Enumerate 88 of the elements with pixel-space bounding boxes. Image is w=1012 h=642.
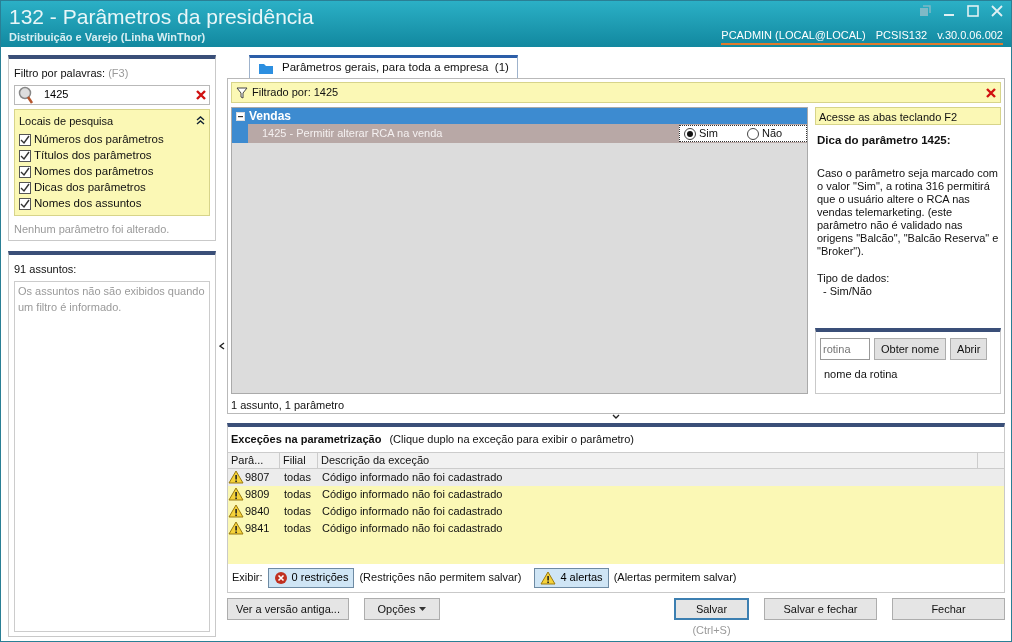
warning-icon — [228, 504, 244, 518]
button[interactable]: Ver a versão antiga... — [227, 598, 349, 620]
table-row[interactable]: 9841 todas Código informado não foi cadastrado — [228, 519, 1004, 537]
folder-icon — [258, 61, 274, 75]
hint-title: Dica do parâmetro 1425: — [817, 133, 952, 148]
filter-toggle-button[interactable]: 0 restrições — [267, 567, 355, 588]
table-row[interactable]: 9840 todas Código informado não foi cadastrado — [228, 502, 1004, 520]
summary-text: 1 assunto, 1 parâmetro — [231, 398, 346, 410]
exceptions-title: Exceções na parametrização — [231, 433, 382, 445]
checkbox-label: Dicas dos parâmetros — [34, 180, 146, 196]
parameter-row[interactable]: 1425 - Permitir alterar RCA na venda Sim Não — [248, 124, 807, 143]
clear-icon[interactable] — [196, 89, 206, 100]
table-cell-text: 9841 — [245, 520, 270, 536]
column-header[interactable]: Filial — [280, 452, 318, 468]
column-header[interactable]: Descrição da exceção — [318, 452, 978, 468]
user-label: PCADMIN (LOCAL@LOCAL) — [721, 27, 866, 43]
group-name: Vendas — [249, 108, 292, 125]
subjects-label: 91 assuntos: — [14, 262, 78, 277]
table-cell-text: 9809 — [245, 486, 270, 502]
table-cell-text: 9807 — [245, 469, 270, 485]
table-cell-text: Código informado não foi cadastrado — [321, 520, 503, 536]
data-type-label: Tipo de dados: — [817, 272, 891, 286]
checkbox-label: Nomes dos parâmetros — [34, 164, 154, 180]
checkbox[interactable] — [19, 166, 31, 178]
table-cell-text: Código informado não foi cadastrado — [321, 486, 503, 502]
table-cell-text: 9840 — [245, 503, 270, 519]
table-row[interactable]: 9809 todas Código informado não foi cadastrado — [228, 485, 1004, 503]
table-cell-text: todas — [283, 486, 312, 502]
filter-label: Filtro por palavras: — [14, 67, 107, 79]
routine-button[interactable]: Abrir — [950, 338, 988, 360]
shortcut-banner: Acesse as abas teclando F2 — [815, 107, 1001, 125]
warning-icon — [540, 570, 557, 585]
button[interactable]: Salvar e fechar — [764, 598, 877, 620]
table-cell-text: todas — [283, 520, 312, 536]
checkbox[interactable] — [19, 150, 31, 162]
data-type-value: - Sim/Não — [822, 285, 873, 299]
close-icon[interactable] — [991, 5, 1003, 17]
status-note: Nenhum parâmetro foi alterado. — [14, 222, 171, 237]
button[interactable]: Fechar — [892, 598, 1005, 620]
caret-icon — [419, 607, 427, 611]
routine-name: nome da rotina — [824, 367, 899, 382]
hint-text: Caso o parâmetro seja marcado com o valor "Sim", a rotina 316 permitirá que o usuário altere o RCA nas vendas telemarketing. (este parâmetro não é validado nas origens "Balcão", "Balcão Reserva" e "Broker"). — [817, 167, 999, 259]
exceptions-hint: (Clique duplo na exceção para exibir o parâmetro) — [389, 433, 634, 445]
filter-note: (Restrições não permitem salvar) — [359, 570, 522, 586]
checkbox-label: Nomes dos assuntos — [34, 196, 142, 212]
checkbox[interactable] — [19, 198, 31, 210]
window-title: 132 - Parâmetros da presidência — [9, 5, 314, 29]
checkbox[interactable] — [19, 182, 31, 194]
warning-icon — [228, 521, 244, 535]
version-label: v.30.0.06.002 — [937, 27, 1003, 43]
table-cell-text: todas — [283, 503, 312, 519]
search-input[interactable]: 1425 — [42, 85, 188, 104]
collapse-icon[interactable] — [196, 116, 205, 126]
table-cell-text: Código informado não foi cadastrado — [321, 503, 503, 519]
column-header[interactable]: Parâ... — [228, 452, 280, 468]
search-field[interactable]: 1425 — [14, 84, 210, 105]
shortcut-hint: (F3) — [108, 67, 129, 79]
checkbox[interactable] — [19, 134, 31, 146]
radio-option[interactable]: Sim — [684, 125, 743, 142]
program-label: PCSIS132 — [875, 27, 928, 43]
warning-icon — [228, 470, 244, 484]
group-header[interactable]: Vendas — [232, 108, 807, 124]
search-icon — [18, 85, 34, 104]
window-subtitle: Distribuição e Varejo (Linha WinThor) — [9, 30, 207, 45]
filter-text: Filtrado por: 1425 — [252, 85, 340, 101]
checkbox-label: Números dos parâmetros — [34, 132, 164, 148]
warning-icon — [228, 487, 244, 501]
parameter-label: 1425 - Permitir alterar RCA na venda — [262, 126, 443, 142]
filter-toggle-button[interactable]: 4 alertas — [534, 567, 609, 588]
shortcut-hint: (Ctrl+S) — [692, 623, 731, 638]
clear-icon[interactable] — [986, 87, 996, 98]
tab-label: Parâmetros gerais, para toda a empresa (1) — [282, 60, 509, 76]
tab[interactable]: Parâmetros gerais, para toda a empresa (1) — [249, 55, 518, 78]
button[interactable]: Opções — [364, 598, 440, 620]
error-icon — [273, 570, 288, 585]
checkbox-label: Títulos dos parâmetros — [34, 148, 152, 164]
routine-field[interactable]: rotina — [820, 338, 870, 360]
table-cell-text: Código informado não foi cadastrado — [321, 469, 503, 485]
table-cell-text: todas — [283, 469, 312, 485]
section-title: Locais de pesquisa — [19, 113, 114, 129]
save-button[interactable]: Salvar — [674, 598, 749, 620]
radio-option[interactable]: Não — [747, 125, 806, 142]
show-label: Exibir: — [232, 570, 263, 586]
collapse-down-icon[interactable] — [612, 414, 620, 420]
filter-note: (Alertas permitem salvar) — [613, 570, 737, 586]
routine-button[interactable]: Obter nome — [874, 338, 947, 360]
collapse-left-icon[interactable] — [218, 342, 225, 350]
funnel-icon — [236, 86, 248, 99]
